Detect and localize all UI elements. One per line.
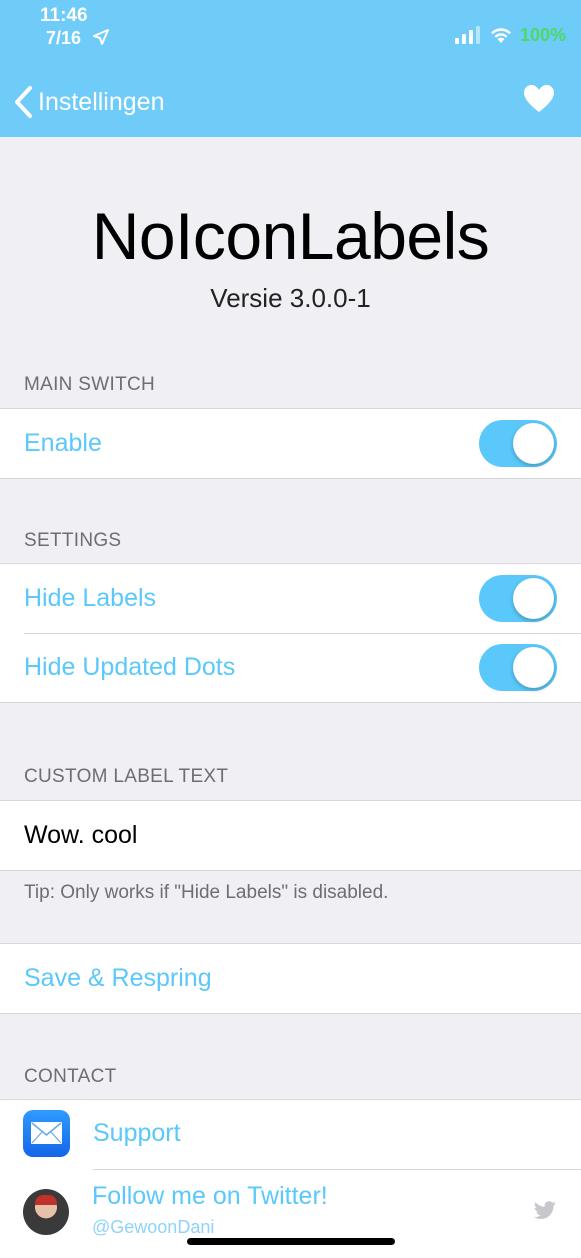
- twitter-bird-icon: [533, 1201, 556, 1219]
- version-label: Versie 3.0.0-1: [210, 283, 371, 313]
- hide-labels-row[interactable]: Hide Labels: [0, 564, 581, 633]
- custom-label-field[interactable]: Wow. cool: [24, 821, 137, 850]
- save-respring-button[interactable]: Save & Respring: [24, 964, 212, 993]
- enable-row[interactable]: Enable: [0, 409, 581, 478]
- section-header-settings: SETTINGS: [24, 530, 122, 551]
- status-date: 7/16: [46, 28, 82, 48]
- mail-icon: [23, 1110, 70, 1157]
- settings-group: Hide Labels Hide Updated Dots: [0, 563, 581, 703]
- enable-label: Enable: [24, 429, 102, 457]
- heart-icon[interactable]: [523, 84, 555, 114]
- chevron-left-icon: [15, 86, 32, 118]
- respring-row[interactable]: Save & Respring: [0, 944, 581, 1013]
- avatar: [23, 1189, 69, 1235]
- navigation-bar: 11:46 7/16 100% Instellingen: [0, 0, 581, 137]
- toggle-knob: [513, 423, 554, 464]
- hide-dots-row[interactable]: Hide Updated Dots: [0, 633, 581, 702]
- contact-group: Support Follow me on Twitter! @GewoonDan…: [0, 1099, 581, 1258]
- custom-label-tip: Tip: Only works if "Hide Labels" is disa…: [24, 882, 389, 903]
- hide-labels-label: Hide Labels: [24, 584, 157, 612]
- location-arrow-icon: [93, 29, 109, 45]
- hide-labels-toggle[interactable]: [479, 575, 557, 622]
- status-time: 11:46: [40, 5, 88, 26]
- twitter-title: Follow me on Twitter!: [92, 1182, 328, 1210]
- support-label: Support: [93, 1119, 181, 1147]
- section-header-custom-label: CUSTOM LABEL TEXT: [24, 766, 229, 787]
- support-row[interactable]: Support: [0, 1100, 581, 1169]
- back-button[interactable]: Instellingen: [12, 84, 164, 120]
- hide-dots-toggle[interactable]: [479, 644, 557, 691]
- page-title: NoIconLabels: [91, 199, 490, 273]
- row-separator: [93, 1169, 581, 1170]
- custom-label-group: Wow. cool: [0, 800, 581, 871]
- wifi-icon: [491, 28, 511, 43]
- home-indicator[interactable]: [187, 1238, 395, 1245]
- respring-group: Save & Respring: [0, 943, 581, 1014]
- hide-dots-label: Hide Updated Dots: [24, 653, 236, 681]
- battery-percent: 100%: [520, 25, 567, 45]
- main-switch-group: Enable: [0, 408, 581, 479]
- twitter-handle: @GewoonDani: [92, 1217, 215, 1237]
- section-header-main-switch: MAIN SWITCH: [24, 374, 156, 395]
- custom-label-row[interactable]: Wow. cool: [0, 801, 581, 870]
- toggle-knob: [513, 647, 554, 688]
- section-header-contact: CONTACT: [24, 1066, 117, 1087]
- back-label: Instellingen: [38, 87, 165, 116]
- toggle-knob: [513, 578, 554, 619]
- cellular-signal-icon: [455, 26, 480, 44]
- enable-toggle[interactable]: [479, 420, 557, 467]
